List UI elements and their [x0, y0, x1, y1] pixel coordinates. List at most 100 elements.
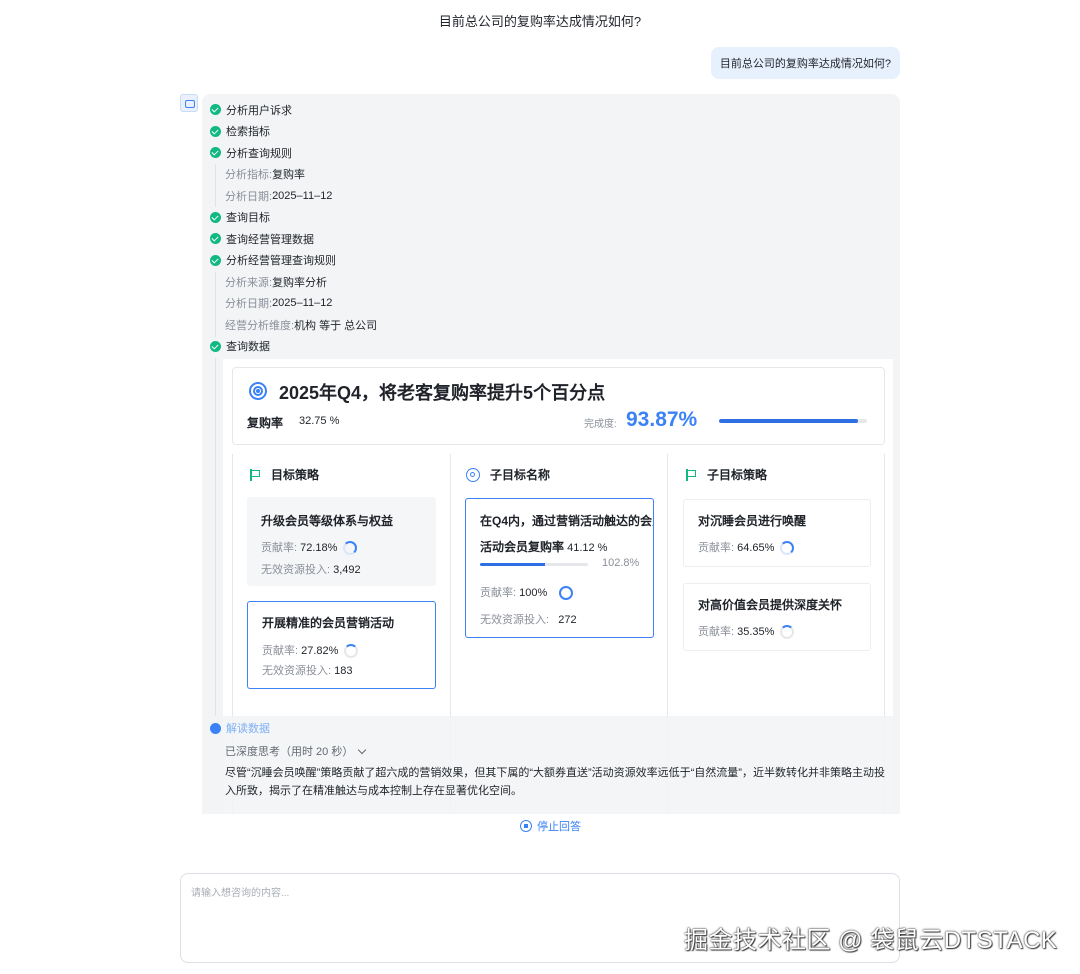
strategy-card[interactable]: 对高价值会员提供深度关怀 贡献率: 35.35%: [683, 583, 871, 651]
contribution-row: 贡献率: 35.35%: [698, 623, 795, 640]
progress-value: 102.8%: [602, 557, 640, 569]
contribution-row: 贡献率: 100%: [480, 584, 574, 601]
check-circle-icon: [210, 211, 221, 223]
step-label: 分析查询规则: [226, 147, 292, 160]
flag-icon: [249, 468, 261, 481]
step-item: 查询数据: [210, 336, 610, 358]
goal-card: 2025年Q4，将老客复购率提升5个百分点 复购率 32.75 % 完成度: 9…: [232, 367, 885, 445]
investment-row: 无效资源投入: 3,492: [261, 561, 361, 577]
completion-progress-fill: [719, 419, 858, 423]
contribution-label: 贡献率:: [480, 587, 517, 599]
strategy-card[interactable]: 升级会员等级体系与权益 贡献率: 72.18% 无效资源投入: 3,492: [247, 497, 436, 586]
watermark: 掘金技术社区 @ 袋鼠云DTSTACK: [684, 927, 1058, 954]
bot-avatar-icon: [180, 94, 198, 112]
strategy-title: 对沉睡会员进行唤醒: [698, 514, 807, 528]
contribution-row: 贡献率: 64.65%: [698, 539, 795, 556]
loading-dot-icon: [210, 722, 221, 734]
detail-value: 复购率: [272, 169, 306, 182]
column-header-label: 子目标策略: [707, 468, 768, 482]
subgoal-title: 在Q4内，通过营销活动触达的会员: [480, 514, 654, 528]
completion-value: 93.87%: [626, 408, 698, 431]
column-header-label: 子目标名称: [490, 468, 551, 482]
step-label: 查询目标: [226, 212, 270, 225]
progress-ring-icon: [780, 541, 795, 556]
strategy-title: 开展精准的会员营销活动: [262, 616, 395, 630]
contribution-value: 72.18%: [300, 542, 338, 554]
column-header: 目标策略: [249, 466, 319, 483]
investment-value: 183: [334, 665, 353, 677]
user-message-bubble: 目前总公司的复购率达成情况如何?: [710, 47, 900, 79]
detail-key: 分析来源:: [225, 276, 273, 289]
detail-key: 分析指标:: [225, 169, 273, 182]
column-header: 子目标策略: [685, 466, 767, 483]
contribution-row: 贡献率: 72.18%: [261, 539, 358, 556]
check-circle-icon: [210, 147, 221, 159]
detail-value: 复购率分析: [272, 276, 328, 289]
contribution-label: 贡献率:: [698, 626, 735, 638]
step-detail: 分析日期: 2025–11–12: [210, 293, 610, 315]
detail-value: 2025–11–12: [272, 189, 333, 202]
stop-circle-icon: [520, 820, 532, 832]
subgoal-progress-bar: [480, 563, 588, 566]
strategy-title: 对高价值会员提供深度关怀: [698, 598, 843, 612]
subgoal-metric-value: 41.12 %: [567, 542, 608, 554]
step-label: 分析经营管理查询规则: [226, 255, 336, 268]
thinking-toggle[interactable]: 已深度思考（用时 20 秒）: [225, 743, 367, 759]
check-circle-icon: [210, 340, 221, 352]
step-item: 分析查询规则: [210, 142, 610, 164]
check-circle-icon: [210, 125, 221, 137]
completion-progress-bar: [719, 419, 867, 423]
stop-answer-label: 停止回答: [537, 821, 581, 833]
investment-label: 无效资源投入:: [480, 614, 550, 626]
investment-row: 无效资源投入: 272: [480, 611, 577, 627]
check-circle-icon: [210, 254, 221, 266]
column-header: 子目标名称: [466, 466, 550, 483]
step-detail: 经营分析维度: 机构 等于 总公司: [210, 314, 610, 336]
step-label: 检索指标: [226, 126, 270, 139]
contribution-value: 64.65%: [737, 542, 775, 554]
progress-ring-icon: [343, 541, 358, 556]
subgoal-metric-label: 活动会员复购率: [480, 540, 565, 554]
reasoning-steps: 分析用户诉求 检索指标 分析查询规则 分析指标: 复购率 分析日期: 2025–11…: [210, 99, 610, 357]
strategy-card[interactable]: 开展精准的会员营销活动 贡献率: 27.82% 无效资源投入: 183: [247, 601, 436, 689]
detail-key: 经营分析维度:: [225, 319, 295, 332]
check-circle-icon: [210, 104, 221, 116]
detail-value: 2025–11–12: [272, 297, 333, 310]
strategy-title: 升级会员等级体系与权益: [261, 514, 394, 528]
progress-ring-icon: [559, 586, 574, 601]
step-item: 分析用户诉求: [210, 99, 610, 121]
strategy-card[interactable]: 对沉睡会员进行唤醒 贡献率: 64.65%: [683, 499, 871, 567]
stop-answer-button[interactable]: 停止回答: [520, 818, 581, 834]
contribution-value: 35.35%: [737, 626, 775, 638]
chevron-down-icon: [358, 745, 367, 755]
goal-title: 2025年Q4，将老客复购率提升5个百分点: [279, 383, 606, 403]
step-label: 查询经营管理数据: [226, 233, 314, 246]
progress-ring-icon: [344, 644, 359, 659]
step-item: 分析经营管理查询规则: [210, 250, 610, 272]
thinking-label: 已深度思考（用时 20 秒）: [225, 746, 354, 758]
step-item: 检索指标: [210, 121, 610, 143]
answer-summary: 尽管“沉睡会员唤醒”策略贡献了超六成的营销效果，但其下属的“大额券直送”活动资源…: [225, 767, 885, 797]
contribution-label: 贡献率:: [262, 645, 299, 657]
detail-value: 机构 等于 总公司: [294, 319, 378, 332]
metric-label: 复购率: [247, 416, 284, 430]
investment-label: 无效资源投入:: [261, 564, 331, 576]
check-circle-icon: [210, 233, 221, 245]
investment-label: 无效资源投入:: [262, 665, 332, 677]
investment-row: 无效资源投入: 183: [262, 662, 352, 678]
step-connector: [215, 358, 216, 716]
flag-icon: [685, 468, 697, 481]
contribution-label: 贡献率:: [261, 542, 298, 554]
step-label: 查询数据: [226, 341, 270, 354]
subgoal-card[interactable]: 在Q4内，通过营销活动触达的会员 活动会员复购率 41.12 % 102.8% …: [465, 498, 654, 638]
contribution-value: 100%: [519, 587, 548, 599]
contribution-value: 27.82%: [301, 645, 339, 657]
step-detail: 分析指标: 复购率: [210, 164, 610, 186]
step-label: 解读数据: [226, 723, 270, 735]
step-detail: 分析日期: 2025–11–12: [210, 185, 610, 207]
step-item: 查询目标: [210, 207, 610, 229]
investment-value: 272: [558, 614, 577, 626]
target-icon: [466, 467, 480, 482]
completion-label: 完成度:: [584, 419, 617, 430]
page-title: 目前总公司的复购率达成情况如何?: [438, 14, 642, 29]
